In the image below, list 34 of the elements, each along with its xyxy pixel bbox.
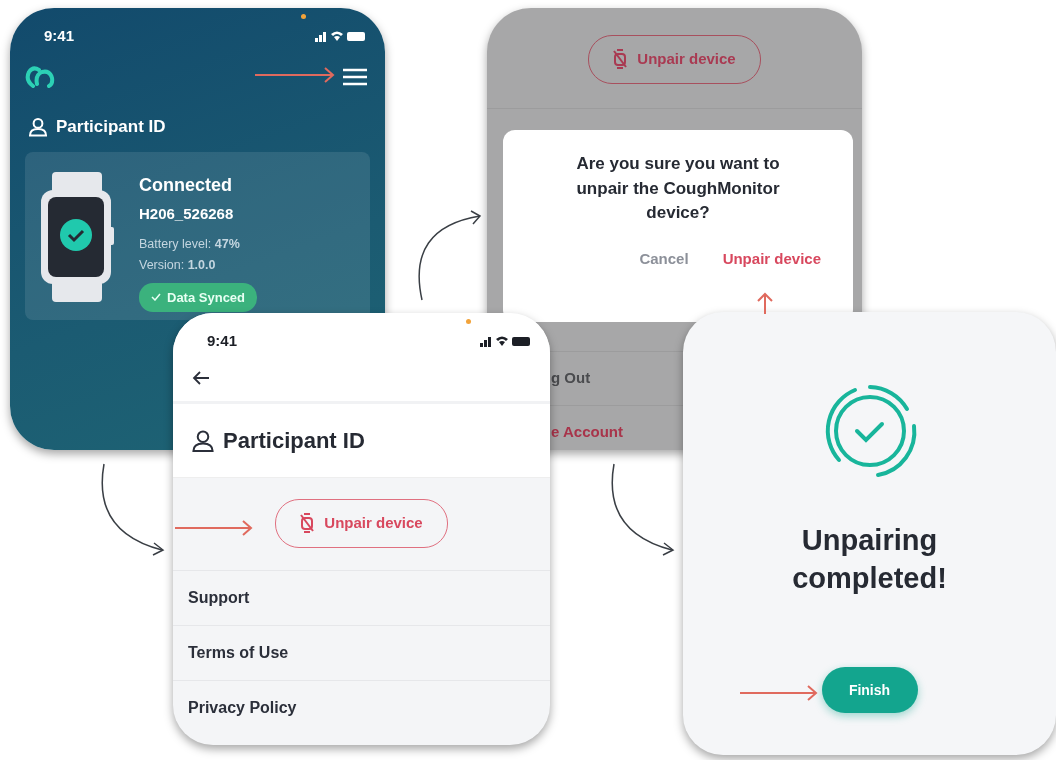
menu-item[interactable]: g Out	[551, 366, 591, 390]
user-icon	[191, 428, 215, 453]
finish-button[interactable]: Finish	[821, 667, 918, 714]
back-arrow-icon[interactable]	[192, 370, 210, 385]
status-time: 9:41	[207, 330, 238, 351]
menu-item[interactable]: Support	[173, 569, 550, 625]
user-icon	[28, 116, 48, 137]
menu-item[interactable]: e Account	[551, 420, 623, 444]
status-icons	[315, 30, 365, 42]
firmware-version: Version: 1.0.0	[139, 256, 216, 274]
unpair-watch-icon	[613, 49, 628, 70]
menu-icon[interactable]	[343, 68, 367, 86]
success-message: Unpairing completed!	[791, 523, 948, 596]
status-icons	[480, 335, 530, 347]
indicator-dot	[466, 319, 471, 324]
logo-icon	[24, 66, 56, 88]
unpair-device-button[interactable]: Unpair device	[588, 35, 761, 84]
page-title: Participant ID	[223, 427, 365, 455]
pointer-arrow	[757, 292, 773, 314]
cancel-button[interactable]: Cancel	[639, 247, 689, 271]
unpair-device-button[interactable]: Unpair device	[275, 499, 448, 548]
indicator-dot	[301, 14, 306, 19]
device-id: H206_526268	[139, 203, 234, 224]
confirm-unpair-button[interactable]: Unpair device	[722, 247, 821, 271]
battery-level: Battery level: 47%	[139, 236, 240, 253]
sync-status-badge: Data Synced	[139, 282, 258, 312]
status-time: 9:41	[44, 25, 75, 46]
unpair-watch-icon	[300, 513, 315, 534]
device-status: Connected	[139, 173, 232, 197]
participant-id: Participant ID	[56, 116, 166, 138]
menu-item[interactable]: Privacy Policy	[173, 679, 550, 735]
menu-item[interactable]: Terms of Use	[173, 624, 550, 680]
dialog-message: Are you sure you want to unpair the CoughMonitor device?	[575, 153, 781, 225]
check-icon	[151, 293, 161, 302]
